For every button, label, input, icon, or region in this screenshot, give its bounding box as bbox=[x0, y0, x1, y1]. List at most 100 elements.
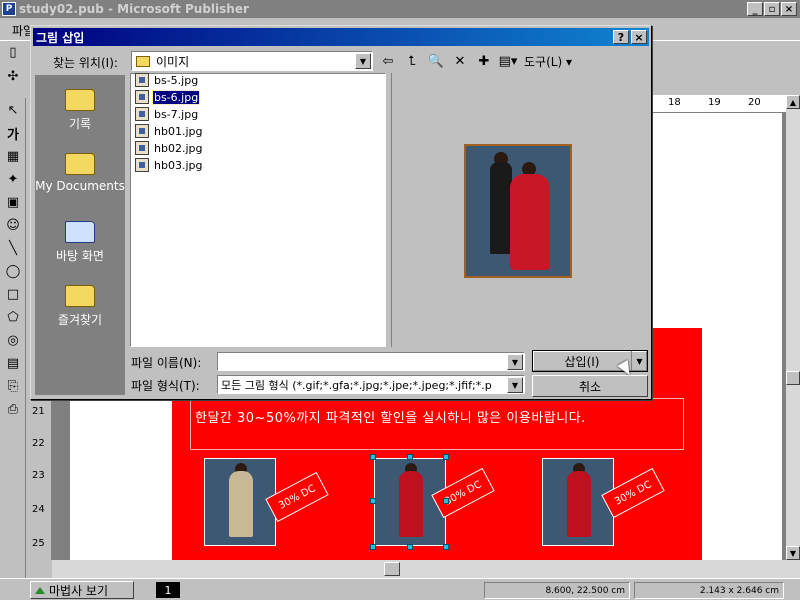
rectangle-tool-icon[interactable]: □ bbox=[2, 283, 24, 305]
file-type-label: 파일 형식(T): bbox=[131, 379, 200, 393]
jpg-file-icon bbox=[135, 90, 149, 104]
look-in-combo[interactable]: 이미지 ▼ bbox=[131, 51, 373, 71]
minimize-button[interactable]: _ bbox=[747, 2, 763, 16]
file-item[interactable]: hb01.jpg bbox=[135, 123, 203, 139]
scroll-up-icon[interactable]: ▲ bbox=[786, 95, 800, 109]
selection-handle[interactable] bbox=[370, 544, 376, 550]
page-navigator[interactable]: 1 bbox=[156, 582, 180, 598]
jpg-file-icon bbox=[135, 73, 149, 87]
place-label: 기록 bbox=[68, 117, 92, 131]
help-button[interactable]: ? bbox=[613, 30, 629, 44]
insert-picture-dialog: 그림 삽입 ? × 찾는 위치(I): 이미지 ▼ ⇦ ⮤ 🔍 ✕ ✚ ▤▾ 도… bbox=[30, 25, 652, 400]
file-item[interactable]: hb02.jpg bbox=[135, 140, 203, 156]
publisher-app-icon[interactable]: P bbox=[2, 2, 16, 16]
position-readout: 8.600, 22.500 cm bbox=[484, 582, 630, 599]
picture-frame-tool-icon[interactable]: ▣ bbox=[2, 191, 24, 213]
history-icon bbox=[65, 87, 95, 113]
place-favorites[interactable]: 즐겨찾기 bbox=[35, 279, 125, 341]
place-my-documents[interactable]: My Documents bbox=[35, 147, 125, 209]
clip-gallery-tool-icon[interactable]: ☺ bbox=[2, 214, 24, 236]
file-type-select[interactable]: 모든 그림 형식 (*.gif;*.gfa;*.jpg;*.jpe;*.jpeg… bbox=[217, 375, 525, 394]
jpg-file-icon bbox=[135, 141, 149, 155]
selection-handle[interactable] bbox=[443, 454, 449, 460]
dialog-title: 그림 삽입 bbox=[36, 30, 85, 45]
hanbok-photo-1[interactable] bbox=[204, 458, 276, 546]
horizontal-scrollbar[interactable] bbox=[52, 560, 800, 578]
ruler-v-label: 25 bbox=[32, 538, 45, 549]
vertical-scroll-thumb[interactable] bbox=[786, 371, 800, 385]
delete-icon[interactable]: ✕ bbox=[449, 51, 471, 71]
table-tool-icon[interactable]: ▦ bbox=[2, 145, 24, 167]
text-frame-tool-icon[interactable]: 가 bbox=[2, 122, 24, 144]
dialog-close-button[interactable]: × bbox=[631, 30, 647, 44]
selection-handle[interactable] bbox=[443, 498, 449, 504]
ruler-h-label: 19 bbox=[708, 97, 721, 108]
promo-text: 한달간 30~50%까지 파격적인 할인을 실시하니 많은 이용바랍니다. bbox=[195, 411, 586, 426]
pointer-tool-icon[interactable]: ↖ bbox=[2, 99, 24, 121]
new-folder-icon[interactable]: ✚ bbox=[473, 51, 495, 71]
promo-text-frame[interactable]: 한달간 30~50%까지 파격적인 할인을 실시하니 많은 이용바랍니다. bbox=[190, 398, 684, 450]
desktop-icon bbox=[65, 219, 95, 245]
connect-frames-icon[interactable]: ✣ bbox=[4, 67, 22, 85]
html-fragment-icon[interactable]: ⎘ bbox=[2, 375, 24, 397]
form-control-icon[interactable]: ◎ bbox=[2, 329, 24, 351]
selection-handle[interactable] bbox=[443, 544, 449, 550]
file-type-value: 모든 그림 형식 (*.gif;*.gfa;*.jpg;*.jpe;*.jpeg… bbox=[221, 378, 492, 392]
restore-button[interactable]: ▫ bbox=[764, 2, 780, 16]
horizontal-scroll-thumb[interactable] bbox=[384, 562, 400, 576]
wordart-tool-icon[interactable]: ✦ bbox=[2, 168, 24, 190]
chevron-down-icon[interactable]: ▼ bbox=[507, 377, 523, 393]
selection-handle[interactable] bbox=[407, 544, 413, 550]
jpg-file-icon bbox=[135, 107, 149, 121]
file-item[interactable]: hb03.jpg bbox=[135, 157, 203, 173]
cancel-button[interactable]: 취소 bbox=[532, 375, 648, 397]
file-list[interactable]: bs-5.jpg bs-6.jpg bs-7.jpg hb01.jpg hb02… bbox=[130, 73, 386, 347]
place-history[interactable]: 기록 bbox=[35, 83, 125, 145]
look-in-label: 찾는 위치(I): bbox=[53, 56, 118, 70]
new-icon[interactable]: ▯ bbox=[4, 43, 22, 61]
ruler-h-label: 20 bbox=[748, 97, 761, 108]
ruler-v-label: 23 bbox=[32, 470, 45, 481]
my-documents-icon bbox=[65, 151, 95, 177]
hotspot-icon[interactable]: ▤ bbox=[2, 352, 24, 374]
up-folder-icon[interactable]: ⮤ bbox=[401, 51, 423, 71]
place-label: My Documents bbox=[35, 179, 125, 193]
app-title: study02.pub - Microsoft Publisher bbox=[19, 2, 249, 16]
oval-tool-icon[interactable]: ◯ bbox=[2, 260, 24, 282]
file-name-label: 파일 이름(N): bbox=[131, 356, 202, 370]
dialog-toolbar: ⇦ ⮤ 🔍 ✕ ✚ ▤▾ 도구(L) ▾ bbox=[377, 51, 575, 71]
tools-menu[interactable]: 도구(L) ▾ bbox=[521, 53, 575, 70]
file-item[interactable]: bs-5.jpg bbox=[135, 72, 199, 88]
place-desktop[interactable]: 바탕 화면 bbox=[35, 215, 125, 277]
file-item-selected[interactable]: bs-6.jpg bbox=[135, 89, 201, 105]
show-wizard-button[interactable]: 마법사 보기 bbox=[30, 581, 134, 599]
selection-handle[interactable] bbox=[370, 454, 376, 460]
line-tool-icon[interactable]: ╲ bbox=[2, 237, 24, 259]
chevron-down-icon[interactable]: ▼ bbox=[507, 354, 523, 370]
scroll-down-icon[interactable]: ▼ bbox=[786, 546, 800, 560]
file-item[interactable]: bs-7.jpg bbox=[135, 106, 199, 122]
close-button[interactable]: × bbox=[781, 2, 797, 16]
ruler-h-label: 18 bbox=[668, 97, 681, 108]
search-web-icon[interactable]: 🔍 bbox=[425, 51, 447, 71]
size-readout: 2.143 x 2.646 cm bbox=[634, 582, 784, 599]
insert-options-chevron-icon[interactable]: ▼ bbox=[631, 351, 647, 371]
ruler-v-label: 22 bbox=[32, 438, 45, 449]
horizontal-ruler[interactable]: 18 19 20 bbox=[652, 95, 786, 113]
insert-button-label: 삽입(I) bbox=[564, 354, 600, 369]
custom-shapes-tool-icon[interactable]: ⬠ bbox=[2, 306, 24, 328]
places-bar: 기록 My Documents 바탕 화면 즐겨찾기 bbox=[35, 75, 125, 395]
jpg-file-icon bbox=[135, 124, 149, 138]
design-gallery-icon[interactable]: ⎙ bbox=[2, 398, 24, 420]
hanbok-photo-3[interactable] bbox=[542, 458, 614, 546]
selection-handle[interactable] bbox=[407, 454, 413, 460]
vertical-scrollbar[interactable]: ▲ ▼ bbox=[786, 95, 800, 560]
views-icon[interactable]: ▤▾ bbox=[497, 51, 519, 71]
selection-handle[interactable] bbox=[370, 498, 376, 504]
chevron-down-icon[interactable]: ▼ bbox=[355, 53, 371, 69]
file-name-input[interactable]: ▼ bbox=[217, 352, 525, 371]
place-label: 즐겨찾기 bbox=[57, 313, 103, 327]
wizard-triangle-icon bbox=[35, 586, 45, 594]
dialog-title-bar[interactable]: 그림 삽입 ? × bbox=[33, 28, 649, 46]
back-icon[interactable]: ⇦ bbox=[377, 51, 399, 71]
